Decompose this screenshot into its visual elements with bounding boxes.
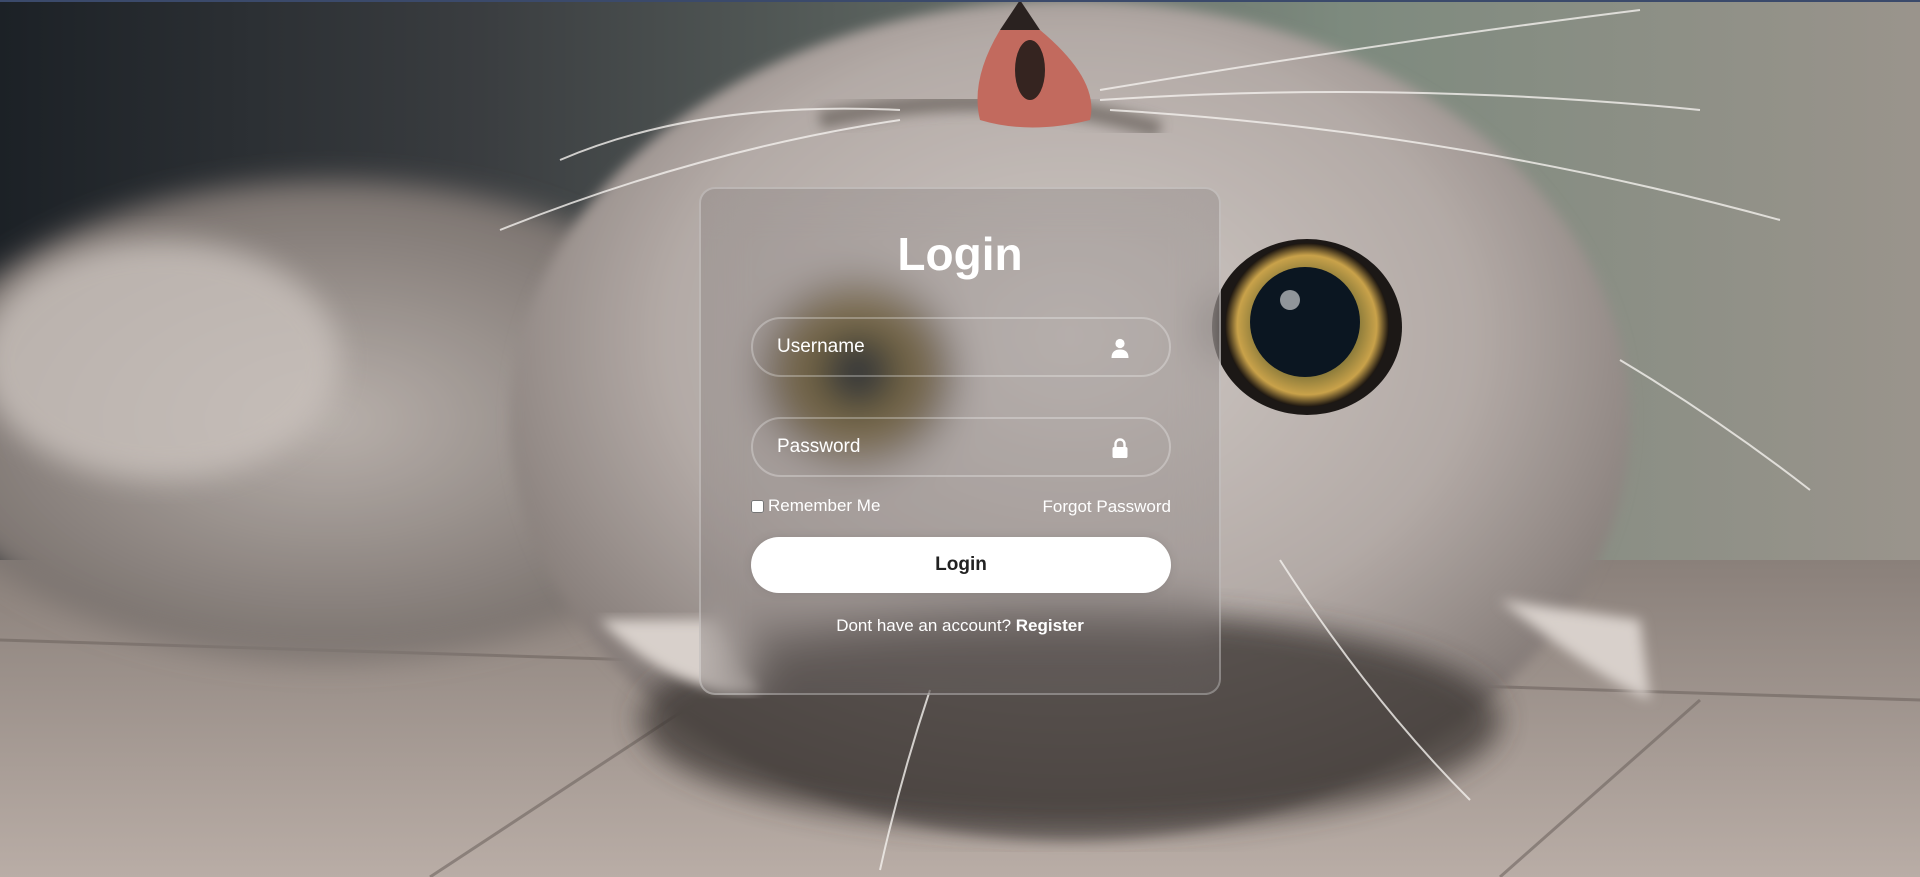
login-title: Login (897, 228, 1023, 280)
forgot-password-link[interactable]: Forgot Password (1043, 497, 1172, 517)
top-edge-line (0, 0, 1920, 2)
remember-me[interactable]: Remember Me (751, 496, 880, 516)
password-input[interactable] (753, 419, 1169, 475)
username-input[interactable] (753, 319, 1169, 375)
username-field-wrapper (751, 317, 1171, 377)
options-row: Remember Me Forgot Password (751, 496, 1171, 518)
register-prompt: Dont have an account? Register (701, 616, 1219, 636)
user-icon (1109, 337, 1131, 359)
password-field-wrapper (751, 417, 1171, 477)
remember-me-checkbox[interactable] (751, 499, 764, 513)
remember-me-label: Remember Me (768, 496, 881, 515)
login-button[interactable]: Login (751, 537, 1171, 593)
register-prompt-text: Dont have an account? (836, 616, 1012, 635)
lock-icon (1109, 437, 1131, 459)
login-card: Login Remember Me Forgot Password Login … (699, 187, 1221, 695)
register-link[interactable]: Register (1016, 616, 1084, 635)
